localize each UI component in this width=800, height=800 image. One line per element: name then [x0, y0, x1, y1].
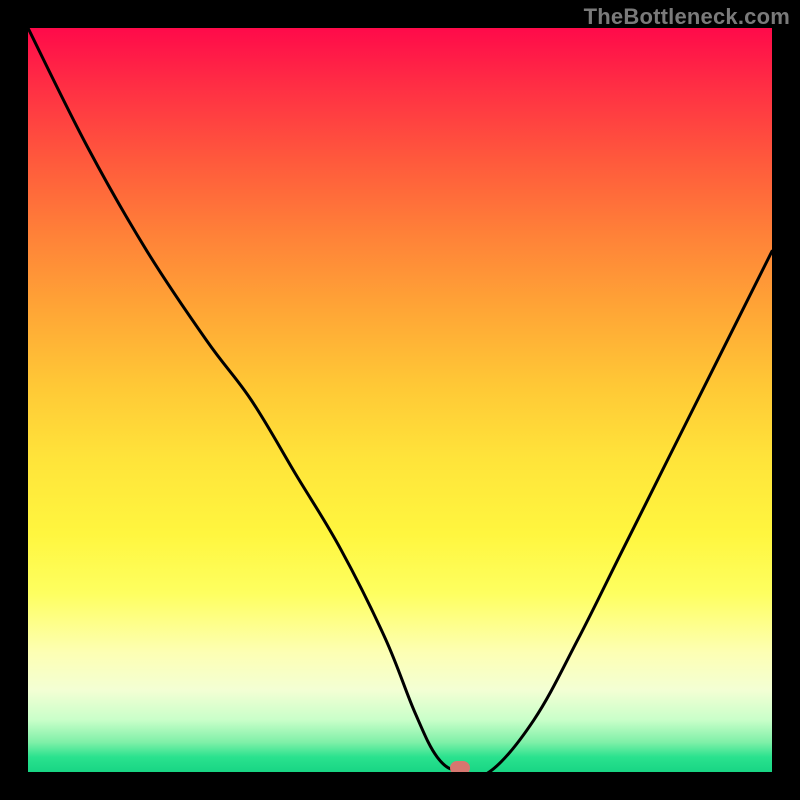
plot-area	[28, 28, 772, 772]
chart-frame: TheBottleneck.com	[0, 0, 800, 800]
curve-svg	[28, 28, 772, 772]
optimal-marker	[450, 761, 470, 772]
watermark-text: TheBottleneck.com	[584, 4, 790, 30]
bottleneck-curve	[28, 28, 772, 772]
